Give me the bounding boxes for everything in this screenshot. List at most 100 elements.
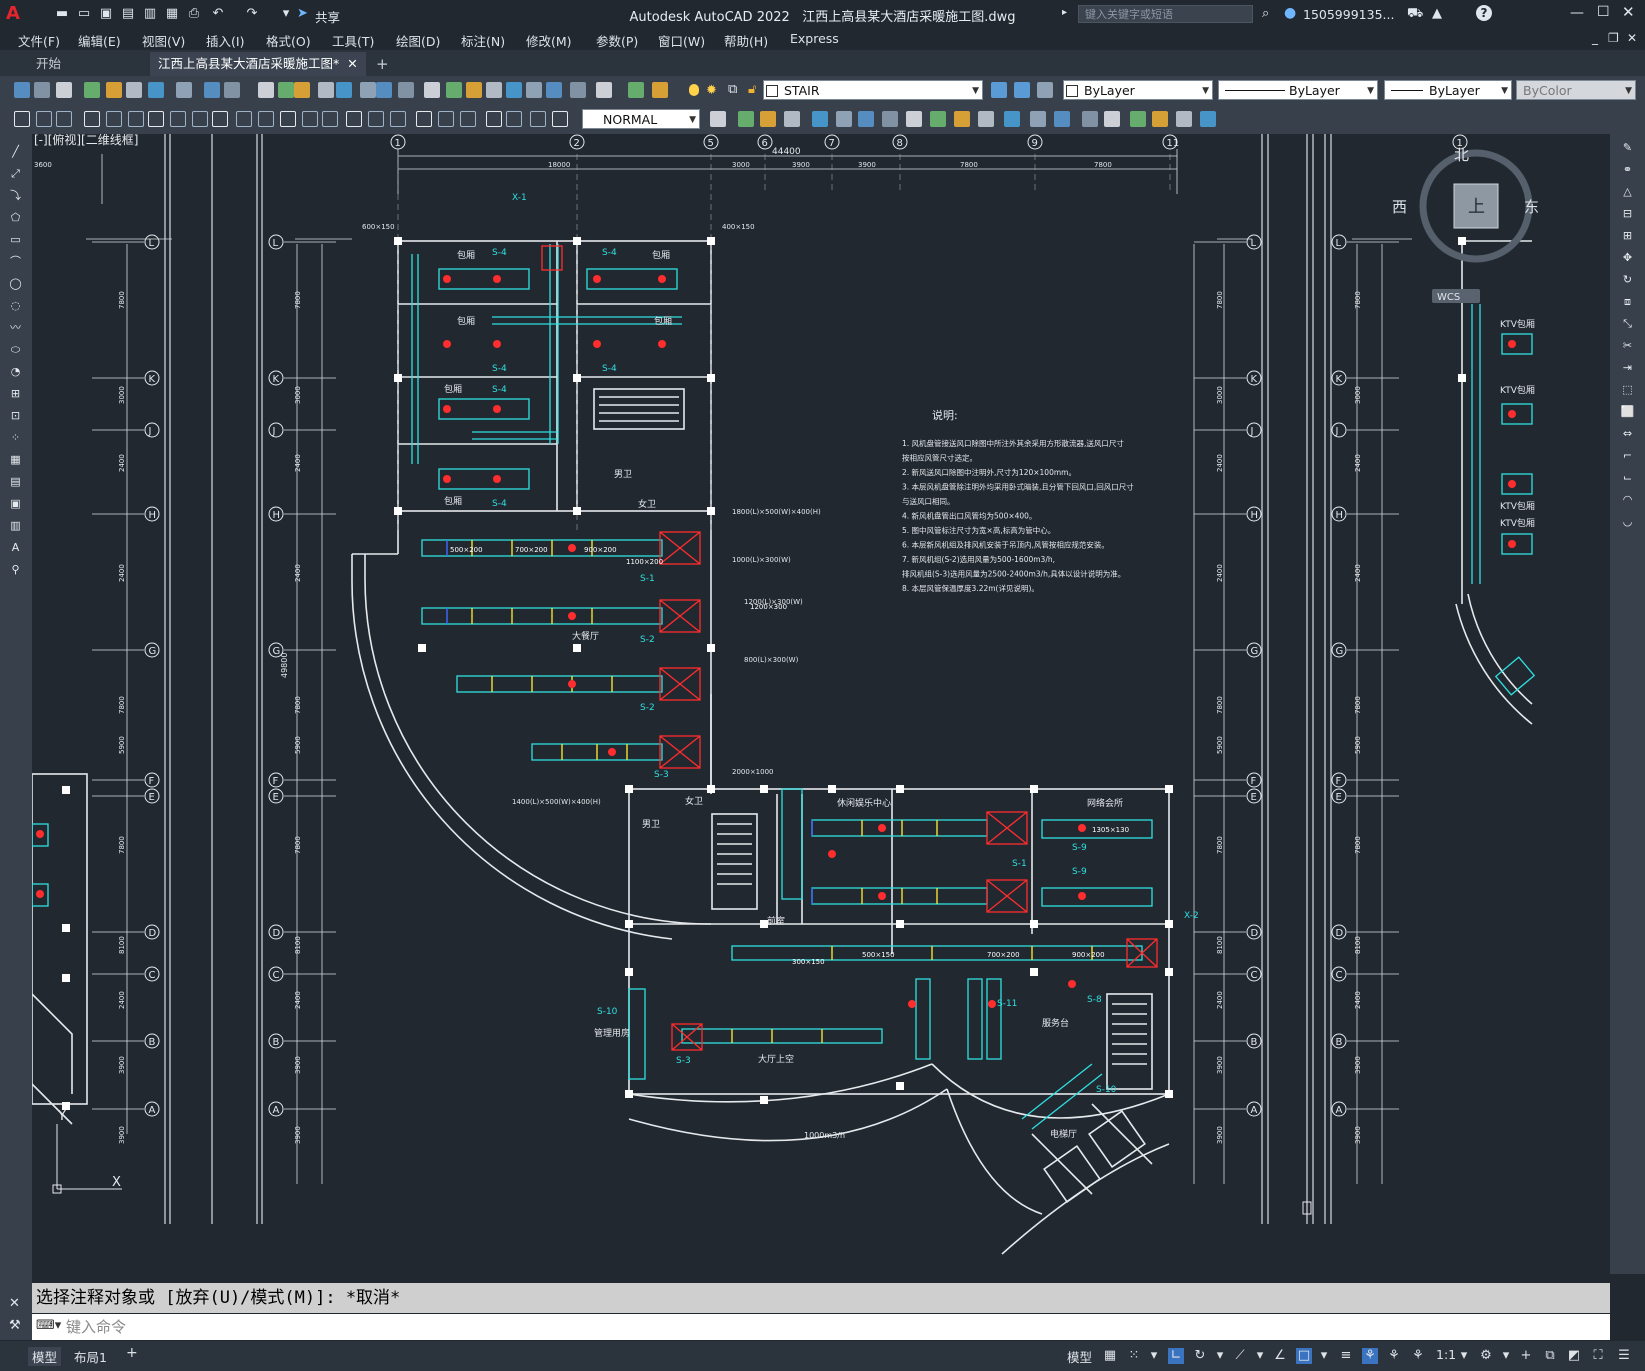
chevron-down-icon[interactable]: ▾ bbox=[1146, 1348, 1162, 1364]
layer-lock-icon[interactable]: 🔓︎ bbox=[748, 82, 756, 97]
menu-modify[interactable]: 修改(M) bbox=[526, 31, 572, 50]
modify-side-icon-4[interactable]: ⊞ bbox=[1620, 228, 1635, 243]
dimension-tool-icon-7[interactable] bbox=[170, 111, 186, 127]
draw-tool-icon-15[interactable]: ▤ bbox=[8, 474, 23, 489]
menu-file[interactable]: 文件(F) bbox=[18, 31, 60, 50]
dimension-tool-icon-19[interactable] bbox=[438, 111, 454, 127]
chevron-down-icon[interactable]: ▾ bbox=[1316, 1348, 1332, 1364]
osnap-track-icon[interactable]: ∠ bbox=[1272, 1348, 1288, 1364]
modify-side-icon-11[interactable]: ⬚ bbox=[1620, 382, 1635, 397]
modify-side-icon-1[interactable]: ⚭ bbox=[1620, 162, 1635, 177]
viewcube-north[interactable]: 北 bbox=[1454, 146, 1469, 164]
modify-tool-icon-19[interactable] bbox=[1176, 111, 1192, 127]
doc-minimize-icon[interactable]: _ bbox=[1592, 31, 1598, 45]
standard-tool-icon-4[interactable] bbox=[106, 82, 122, 98]
standard-tool-icon-2[interactable] bbox=[56, 82, 72, 98]
standard-tool-icon-3[interactable] bbox=[84, 82, 100, 98]
isodraft-icon[interactable]: ⟋ bbox=[1232, 1348, 1248, 1364]
dimstyle-select[interactable]: NORMAL ▼ bbox=[582, 109, 700, 129]
draw-tool-icon-17[interactable]: ▥ bbox=[8, 518, 23, 533]
menu-edit[interactable]: 编辑(E) bbox=[78, 31, 121, 50]
draw-tool-icon-14[interactable]: ▦ bbox=[8, 452, 23, 467]
menu-tools[interactable]: 工具(T) bbox=[332, 31, 374, 50]
draw-tool-icon-5[interactable]: ⌒ bbox=[8, 254, 23, 269]
viewcube-top[interactable]: 上 bbox=[1468, 197, 1485, 217]
standard-tool-icon-21[interactable] bbox=[486, 82, 502, 98]
menu-view[interactable]: 视图(V) bbox=[142, 31, 185, 50]
auto-scale-icon[interactable]: ⚘ bbox=[1386, 1348, 1402, 1364]
modify-side-icon-16[interactable]: ◠ bbox=[1620, 492, 1635, 507]
chevron-right-icon[interactable]: ▸ bbox=[1062, 7, 1067, 18]
dimension-tool-icon-1[interactable] bbox=[36, 111, 52, 127]
modify-tool-icon-8[interactable] bbox=[906, 111, 922, 127]
chevron-down-icon[interactable]: ▾ bbox=[1456, 1348, 1472, 1364]
layer-previous-icon[interactable] bbox=[1037, 82, 1053, 98]
modify-side-icon-13[interactable]: ⇔ bbox=[1620, 426, 1635, 441]
tab-drawing[interactable]: 江西上高县某大酒店采暖施工图* ✕ bbox=[150, 52, 366, 76]
modify-tool-icon-15[interactable] bbox=[1082, 111, 1098, 127]
draw-tool-icon-10[interactable]: ◔ bbox=[8, 364, 23, 379]
menu-draw[interactable]: 绘图(D) bbox=[396, 31, 440, 50]
tab-layout1[interactable]: 布局1 bbox=[74, 1347, 107, 1366]
modify-tool-icon-20[interactable] bbox=[1200, 111, 1216, 127]
standard-tool-icon-14[interactable] bbox=[336, 82, 352, 98]
draw-tool-icon-19[interactable]: ⚲ bbox=[8, 562, 23, 577]
standard-tool-icon-1[interactable] bbox=[34, 82, 50, 98]
dimension-tool-icon-16[interactable] bbox=[368, 111, 384, 127]
isolate-objects-icon[interactable]: ⧉ bbox=[1542, 1348, 1558, 1364]
search-icon[interactable]: ⌕ bbox=[1262, 6, 1269, 21]
standard-tool-icon-13[interactable] bbox=[318, 82, 334, 98]
modify-tool-icon-7[interactable] bbox=[882, 111, 898, 127]
chevron-down-icon[interactable]: ▾ bbox=[1212, 1348, 1228, 1364]
draw-tool-icon-3[interactable]: ⬠ bbox=[8, 210, 23, 225]
standard-tool-icon-6[interactable] bbox=[148, 82, 164, 98]
dimension-tool-icon-21[interactable] bbox=[486, 111, 502, 127]
osnap-icon[interactable]: □ bbox=[1296, 1348, 1312, 1364]
lineweight-select[interactable]: ByLayer ▼ bbox=[1384, 80, 1512, 100]
new-tab-button[interactable]: + bbox=[376, 52, 389, 76]
modify-side-icon-17[interactable]: ◡ bbox=[1620, 514, 1635, 529]
modify-tool-icon-14[interactable] bbox=[1054, 111, 1070, 127]
standard-tool-icon-18[interactable] bbox=[424, 82, 440, 98]
dimension-tool-icon-24[interactable] bbox=[552, 111, 568, 127]
modify-tool-icon-13[interactable] bbox=[1030, 111, 1046, 127]
chevron-down-icon[interactable]: ▾ bbox=[1252, 1348, 1268, 1364]
lineweight-icon[interactable]: ≡ bbox=[1338, 1348, 1354, 1364]
dimension-tool-icon-17[interactable] bbox=[390, 111, 406, 127]
standard-tool-icon-15[interactable] bbox=[360, 82, 376, 98]
dimension-tool-icon-9[interactable] bbox=[212, 111, 228, 127]
tab-model[interactable]: 模型 bbox=[28, 1347, 62, 1366]
modify-tool-icon-4[interactable] bbox=[812, 111, 828, 127]
dimension-tool-icon-0[interactable] bbox=[14, 111, 30, 127]
modify-tool-icon-17[interactable] bbox=[1130, 111, 1146, 127]
tab-close-icon[interactable]: ✕ bbox=[347, 56, 357, 71]
standard-tool-icon-12[interactable] bbox=[294, 82, 310, 98]
dimension-tool-icon-6[interactable] bbox=[148, 111, 164, 127]
layer-match-icon[interactable] bbox=[1014, 82, 1030, 98]
customize-command-icon[interactable]: ⚒ bbox=[9, 1318, 21, 1333]
draw-tool-icon-1[interactable]: ⤢ bbox=[8, 166, 23, 181]
menu-express[interactable]: Express bbox=[790, 31, 839, 46]
draw-tool-icon-2[interactable]: ⤵ bbox=[8, 188, 23, 203]
dimension-tool-icon-13[interactable] bbox=[302, 111, 318, 127]
modify-tool-icon-1[interactable] bbox=[738, 111, 754, 127]
color-select[interactable]: ByLayer ▼ bbox=[1063, 80, 1213, 100]
modify-side-icon-9[interactable]: ✂ bbox=[1620, 338, 1635, 353]
doc-close-icon[interactable]: ✕ bbox=[1627, 31, 1637, 45]
modify-side-icon-2[interactable]: △ bbox=[1620, 184, 1635, 199]
modify-side-icon-6[interactable]: ↻ bbox=[1620, 272, 1635, 287]
dimension-tool-icon-23[interactable] bbox=[530, 111, 546, 127]
modify-tool-icon-3[interactable] bbox=[784, 111, 800, 127]
layer-sun-icon[interactable]: ✹ bbox=[706, 83, 717, 98]
modify-side-icon-5[interactable]: ✥ bbox=[1620, 250, 1635, 265]
viewcube-wcs[interactable]: WCS bbox=[1437, 292, 1460, 303]
dimension-tool-icon-22[interactable] bbox=[506, 111, 522, 127]
menu-parametric[interactable]: 参数(P) bbox=[596, 31, 638, 50]
draw-tool-icon-7[interactable]: ◌ bbox=[8, 298, 23, 313]
modify-side-icon-12[interactable]: ⬜ bbox=[1620, 404, 1635, 419]
standard-tool-icon-25[interactable] bbox=[570, 82, 586, 98]
modify-tool-icon-11[interactable] bbox=[978, 111, 994, 127]
plotstyle-select[interactable]: ByColor ▼ bbox=[1516, 80, 1636, 100]
modify-tool-icon-5[interactable] bbox=[836, 111, 852, 127]
layer-viewport-icon[interactable]: ⧉ bbox=[728, 82, 737, 97]
